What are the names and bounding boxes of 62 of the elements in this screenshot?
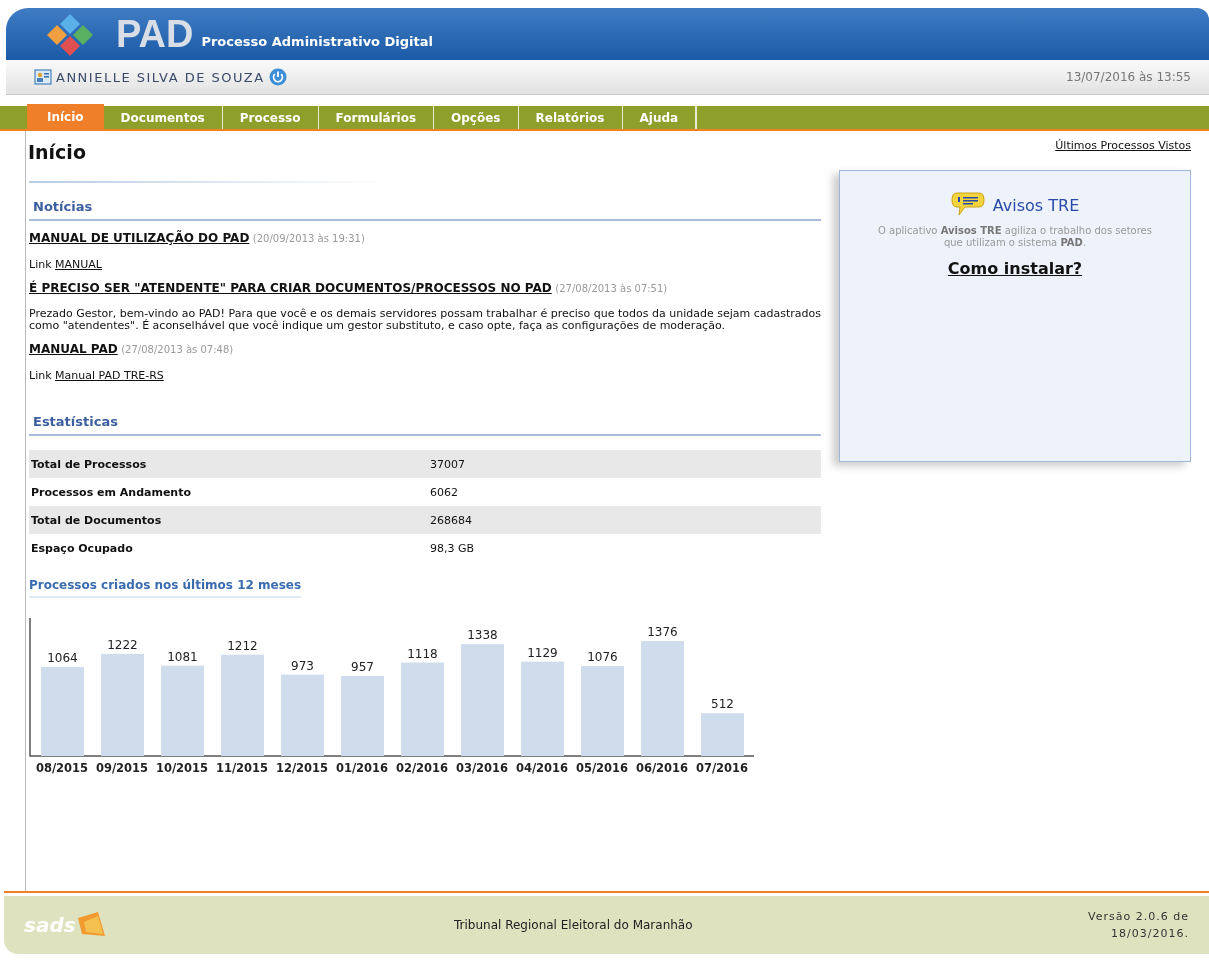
app-logo: PAD [116, 12, 194, 56]
user-name: ANNIELLE SILVA DE SOUZA [56, 69, 265, 85]
axis-label: 07/2016 [695, 761, 749, 775]
bar-value: 1129 [527, 645, 558, 660]
power-icon[interactable] [268, 68, 287, 86]
organization-name: Tribunal Regional Eleitoral do Maranhão [454, 918, 694, 932]
news-date: (27/08/2013 às 07:51) [555, 283, 668, 294]
axis-label: 12/2015 [275, 761, 329, 775]
axis-label: 11/2015 [215, 761, 269, 775]
bar-value: 1222 [107, 637, 138, 652]
bar-value: 1118 [407, 646, 438, 661]
bar-value: 1338 [467, 628, 498, 643]
news-date: (27/08/2013 às 07:48) [121, 344, 234, 355]
stat-label: Processos em Andamento [29, 478, 428, 506]
link-label: Link [29, 369, 52, 382]
bar-value: 1376 [647, 625, 678, 639]
app-subtitle: Processo Administrativo Digital [201, 33, 434, 49]
news-text: Prezado Gestor, bem-vindo ao PAD! Para que você e os demais servidores possam trabalhar é preciso que todos da unidade sejam cadastrados como "atendentes". É aconselhável que você indique um gestor substituto, e caso opte, faça as configurações de moderação. [29, 308, 821, 332]
bar-value: 1064 [47, 651, 78, 666]
install-link[interactable]: Como instalar? [947, 259, 1083, 278]
stat-value: 37007 [428, 450, 821, 478]
date-time: 13/07/2016 às 13:55 [1066, 70, 1191, 84]
version-text: Versão 2.0.6 de 18/03/2016. [1087, 909, 1189, 942]
link-label: Link [29, 258, 52, 271]
stat-label: Total de Processos [29, 450, 428, 478]
stat-value: 6062 [428, 478, 821, 506]
notice-title: Avisos TRE [992, 195, 1080, 215]
bar-value: 512 [711, 697, 734, 712]
section-heading: Estatísticas [32, 413, 119, 431]
page-title: Início [28, 141, 87, 163]
stat-label: Espaço Ocupado [29, 534, 428, 562]
axis-label: 10/2015 [155, 761, 209, 775]
axis-label: 04/2016 [515, 761, 569, 775]
flag-icon [75, 912, 106, 938]
axis-label: 05/2016 [575, 761, 629, 775]
axis-label: 01/2016 [335, 761, 389, 775]
news-title-link[interactable]: É PRECISO SER "ATENDENTE" PARA CRIAR DOCUMENTOS/PROCESSOS NO PAD [29, 281, 552, 295]
axis-label: 02/2016 [395, 761, 449, 775]
stat-label: Total de Documentos [29, 506, 428, 534]
chart-title: Processos criados nos últimos 12 meses [29, 578, 302, 598]
bar [701, 713, 744, 756]
bar-value: 973 [291, 658, 314, 673]
footer-logo: sads [24, 913, 76, 937]
axis-label: 03/2016 [455, 761, 509, 775]
recent-processes-link[interactable]: Últimos Processos Vistos [839, 139, 1191, 152]
news-date: (20/09/2013 às 19:31) [252, 233, 365, 244]
notice-description: O aplicativo Avisos TRE agiliza o trabalho dos setores que utilizam o sistema PAD. [877, 225, 1153, 249]
news-title-link[interactable]: MANUAL DE UTILIZAÇÃO DO PAD [29, 231, 250, 245]
news-link[interactable]: Manual PAD TRE-RS [55, 369, 164, 382]
bar-value: 1212 [227, 638, 258, 653]
news-link[interactable]: MANUAL [55, 258, 102, 271]
news-title-link[interactable]: MANUAL PAD [29, 342, 118, 356]
axis-label: 06/2016 [635, 761, 689, 775]
bar-value: 957 [351, 660, 374, 674]
bar-value: 1081 [167, 649, 198, 664]
stat-value: 268684 [428, 506, 821, 534]
axis-label: 08/2015 [35, 761, 89, 775]
axis-label: 09/2015 [95, 761, 149, 775]
bar-value: 1076 [587, 650, 618, 665]
user-card-icon [34, 69, 52, 85]
stat-value: 98,3 GB [428, 534, 821, 562]
section-heading: Notícias [32, 198, 94, 216]
